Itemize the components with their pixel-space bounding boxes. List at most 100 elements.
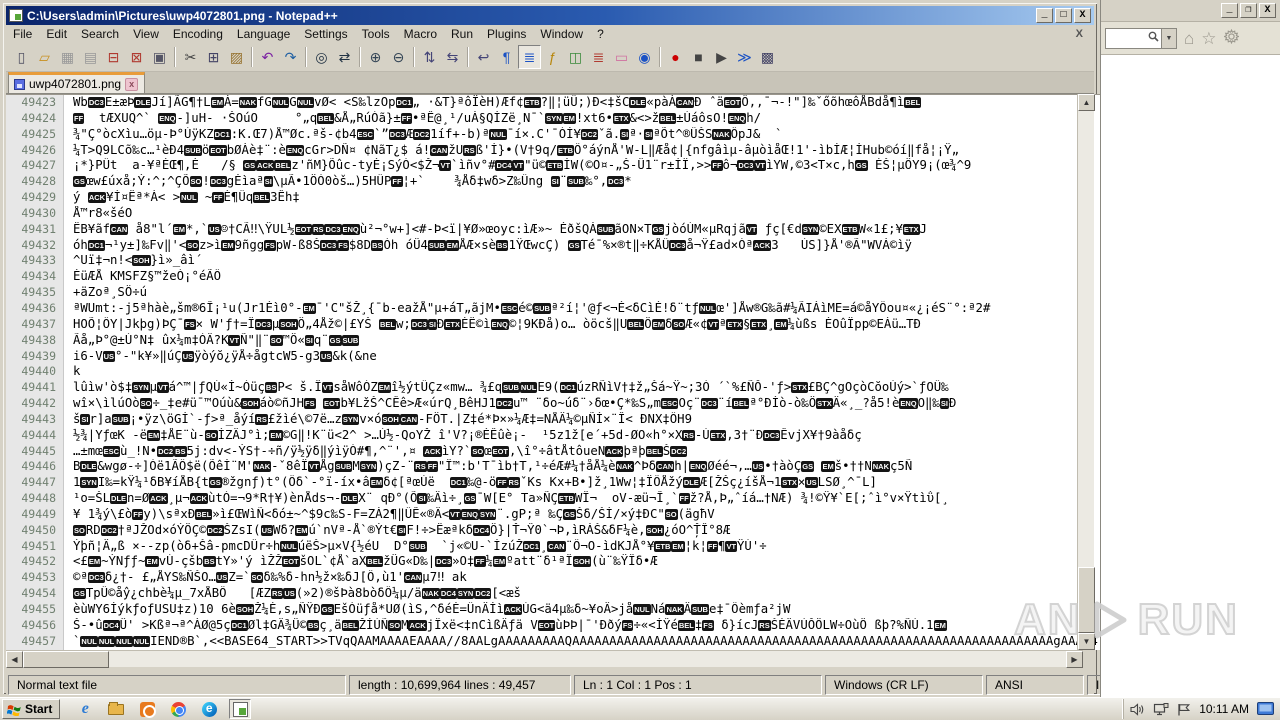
scroll-left-icon[interactable]: ◀ (6, 651, 23, 668)
vertical-scroll-thumb[interactable] (1078, 567, 1095, 633)
horizontal-scroll-thumb[interactable] (23, 651, 109, 668)
macro-record-icon[interactable]: ● (664, 45, 687, 69)
replace-icon[interactable]: ⇄ (333, 45, 356, 69)
menu-search[interactable]: Search (74, 26, 126, 42)
cut-icon[interactable]: ✂ (179, 45, 202, 69)
find-icon[interactable]: ◎ (310, 45, 333, 69)
macro-stop-icon[interactable]: ■ (687, 45, 710, 69)
internet-explorer-icon[interactable]: e (74, 699, 96, 719)
menu-tools[interactable]: Tools (355, 26, 397, 42)
editor-line[interactable]: 49433 ^Uï‡¬n!<SOH}ì»_âì´ (6, 253, 1100, 269)
menu-macro[interactable]: Macro (397, 26, 444, 42)
function-list-icon[interactable]: ƒ (541, 45, 564, 69)
zoom-in-icon[interactable]: ⊕ (364, 45, 387, 69)
editor-line[interactable]: 49425 ¾"Ç°òcXìu…öµ-Þ°ÙÿKZDC1:K.Œ7)Å™Øc.ªš… (6, 127, 1100, 143)
editor-line[interactable]: 49448 ¹o=ŠLDLEn=ØACK¸µ¬ACKùtÒ=¬9*R†¥)ènÅd… (6, 491, 1100, 507)
editor-line[interactable]: 49446 BDLE&wgø-÷]Òë1ÃÔ$ë(ÕêÍ¨M'NAK-ˇ8êÏVT… (6, 459, 1100, 475)
file-explorer-icon[interactable] (105, 699, 127, 719)
document-list-icon[interactable]: ≣ (587, 45, 610, 69)
redo-icon[interactable]: ↷ (279, 45, 302, 69)
editor-area[interactable]: 49423 WbDC3E±æÞDLEJí]ÃG¶†LEMÁ=NAKfGNULGNU… (6, 94, 1100, 650)
editor-line[interactable]: 49450 SORDDC2†ªJŽOd×óÝÖÇ©DC2ŠZsI(USWδ?EMú… (6, 523, 1100, 539)
browser-restore-button[interactable]: ❐ (1240, 3, 1257, 18)
editor-line[interactable]: 49432 óhDC1¬¹y±]‰Fv‖'<SOz>ìEM9ñggFSpW-ß8Š… (6, 238, 1100, 254)
scroll-down-icon[interactable]: ▼ (1078, 633, 1095, 650)
editor-line[interactable]: 49435 +äZoª¸SÖ÷ú (6, 285, 1100, 301)
zoom-out-icon[interactable]: ⊖ (387, 45, 410, 69)
browser-title-bar[interactable]: _ ❐ X (1101, 0, 1280, 22)
folder-as-workspace-icon[interactable]: ▭ (610, 45, 633, 69)
paste-icon[interactable]: ▨ (225, 45, 248, 69)
close-button[interactable]: X (1074, 8, 1091, 23)
editor-line[interactable]: 49455 èùWY6ÍýkƒoƒUSU‡z)10 6èSOHŽ¼È‚s„ÑŸÐG… (6, 602, 1100, 618)
minimize-button[interactable]: _ (1036, 8, 1053, 23)
vertical-scrollbar[interactable]: ▲ ▼ (1077, 94, 1094, 650)
document-close-x[interactable]: X (1073, 28, 1086, 40)
notepad-plus-plus-taskbar-icon[interactable] (229, 699, 251, 719)
show-desktop-icon[interactable] (1257, 702, 1274, 716)
menu-[interactable]: ? (590, 26, 611, 42)
save-file-icon[interactable]: ▦ (56, 45, 79, 69)
editor-line[interactable]: 49451 Ýþñ¦Ä„ß ×--zp(òδ+Šâ-pmcDÛr÷hNULúëŠ>… (6, 539, 1100, 555)
search-icon[interactable] (1145, 29, 1161, 47)
editor-line[interactable]: 49430 Å™r8«šéO (6, 206, 1100, 222)
scroll-right-icon[interactable]: ▶ (1066, 651, 1083, 668)
browser-close-button[interactable]: X (1259, 3, 1276, 18)
home-icon[interactable]: ⌂ (1184, 30, 1194, 47)
editor-line[interactable]: 49449 ¥ 1¾ý\£òFFy)\sªxĐBEL»ì£ŒWìÑ<δó±~^$9… (6, 507, 1100, 523)
menu-edit[interactable]: Edit (39, 26, 74, 42)
settings-gear-icon[interactable] (1224, 29, 1239, 47)
undo-icon[interactable]: ↶ (256, 45, 279, 69)
menu-plugins[interactable]: Plugins (480, 26, 533, 42)
editor-line[interactable]: 49426 ¼T>Q9LCõ‰c…¹èĐ4SUBöEOTbØÀè‡¨:èENQcG… (6, 143, 1100, 159)
horizontal-scrollbar[interactable]: ◀ ▶ (6, 650, 1083, 667)
macro-run-multiple-icon[interactable]: ≫ (733, 45, 756, 69)
editor-line[interactable]: 49439 i6-VUS°-"k¥»‖úÇUSÿòýŏ¿ÿÅ÷ågtcW5-g3U… (6, 349, 1100, 365)
close-all-icon[interactable]: ⊠ (125, 45, 148, 69)
tab-close-icon[interactable]: x (125, 78, 138, 91)
status-encoding[interactable]: ANSI (986, 675, 1084, 695)
maximize-button[interactable]: □ (1055, 8, 1072, 23)
macro-play-icon[interactable]: ▶ (710, 45, 733, 69)
status-eol-format[interactable]: Windows (CR LF) (825, 675, 983, 695)
editor-line[interactable]: 49452 <£EM~ÝNƒƒ~EMvÚ-çšbBStY»'ý ìŽŽEOTšOL… (6, 554, 1100, 570)
menu-language[interactable]: Language (230, 26, 297, 42)
editor-line[interactable]: 49437 HOÕ¦ÔY|Jkþg)ÞÇ¯FS× W'ƒ†=ÏDC3µSOHÖ„4… (6, 317, 1100, 333)
edge-icon[interactable] (198, 699, 220, 719)
editor-line[interactable]: 49454 GSTpÛ©åŷ¿chbè¼µ_7xÅBÔ [ÆZRS US(»2)®š… (6, 586, 1100, 602)
chrome-icon[interactable] (167, 699, 189, 719)
clock[interactable]: 10:11 AM (1199, 702, 1249, 716)
scroll-up-icon[interactable]: ▲ (1078, 94, 1095, 111)
network-icon[interactable] (1153, 703, 1169, 716)
editor-line[interactable]: 49424 FF tÆXUQ^` ENQ-]uH- ·ŠOúO °„qBEL&Å„… (6, 111, 1100, 127)
editor-line[interactable]: 49431 ËB¥ãfCAN å8"l´EM*‚`US☺†CÃ‼\ŸUL½EOT R… (6, 222, 1100, 238)
new-file-icon[interactable]: ▯ (10, 45, 33, 69)
editor-line[interactable]: 49456 Š-•ûDC4Ü' >Kßª¬ª^ÀØ@5çDC1Øl‡GÄ¾Ü©BS… (6, 618, 1100, 634)
editor-line[interactable]: 49438 Ãå„Þ°@±Ú°N‡ ûx¼m‡ÒÄ?KVTÑ"‖¨SO™Ö«SIq… (6, 333, 1100, 349)
close-file-icon[interactable]: ⊟ (102, 45, 125, 69)
search-dropdown-icon[interactable]: ▼ (1161, 29, 1176, 48)
menu-run[interactable]: Run (444, 26, 480, 42)
show-all-characters-icon[interactable]: ¶ (495, 45, 518, 69)
indent-guide-icon[interactable]: ≣ (518, 45, 541, 69)
browser-minimize-button[interactable]: _ (1221, 3, 1238, 18)
menu-encoding[interactable]: Encoding (166, 26, 230, 42)
word-wrap-icon[interactable]: ↩ (472, 45, 495, 69)
action-flag-icon[interactable] (1177, 703, 1191, 716)
editor-line[interactable]: 49423 WbDC3E±æÞDLEJí]ÃG¶†LEMÁ=NAKfGNULGNU… (6, 95, 1100, 111)
search-input[interactable] (1106, 32, 1145, 44)
editor-line[interactable]: 49453 ©ªDC3δ¿†- £„ÅYS‰ÑŠO…USZ=`SOδ‰%δ-hn½… (6, 570, 1100, 586)
editor-line[interactable]: 49441 lûìw'ò$‡SYNµVTá^™|ƒQÚ«Í~ÒüçBSP< š.Ï… (6, 380, 1100, 396)
title-bar[interactable]: C:\Users\admin\Pictures\uwp4072801.png -… (6, 6, 1094, 25)
volume-icon[interactable] (1130, 703, 1145, 716)
menu-settings[interactable]: Settings (297, 26, 354, 42)
editor-line[interactable]: 49445 …±mœESCù_!N•DC2 BS5j:dv<-ÝS†-÷ñ/ÿ½ÿδ… (6, 444, 1100, 460)
media-player-icon[interactable] (136, 699, 158, 719)
editor-line[interactable]: 49429 ý ACK¥Í¤Ëª*À< >NUL ~FFÈ¶ÛqBEL3Êh‡ (6, 190, 1100, 206)
menu-view[interactable]: View (126, 26, 166, 42)
tab-uwp4072801[interactable]: uwp4072801.png x (8, 72, 145, 93)
macro-save-icon[interactable]: ▩ (756, 45, 779, 69)
editor-line[interactable]: 49442 wî×\ìlúOòSO÷_‡e#ü¯™Oúù&SOHáò©ñJHFS … (6, 396, 1100, 412)
editor-line[interactable]: 49444 ½¾|YƒœK -ëEM‡ÅE¨ù-SOÍZÄJ°ì;EM©G‖!K¨… (6, 428, 1100, 444)
editor-line[interactable]: 49443 šSIr]aSUB¡•ÿz\öGÍ`-ƒ>ª_åýíRS£žìé\©7… (6, 412, 1100, 428)
